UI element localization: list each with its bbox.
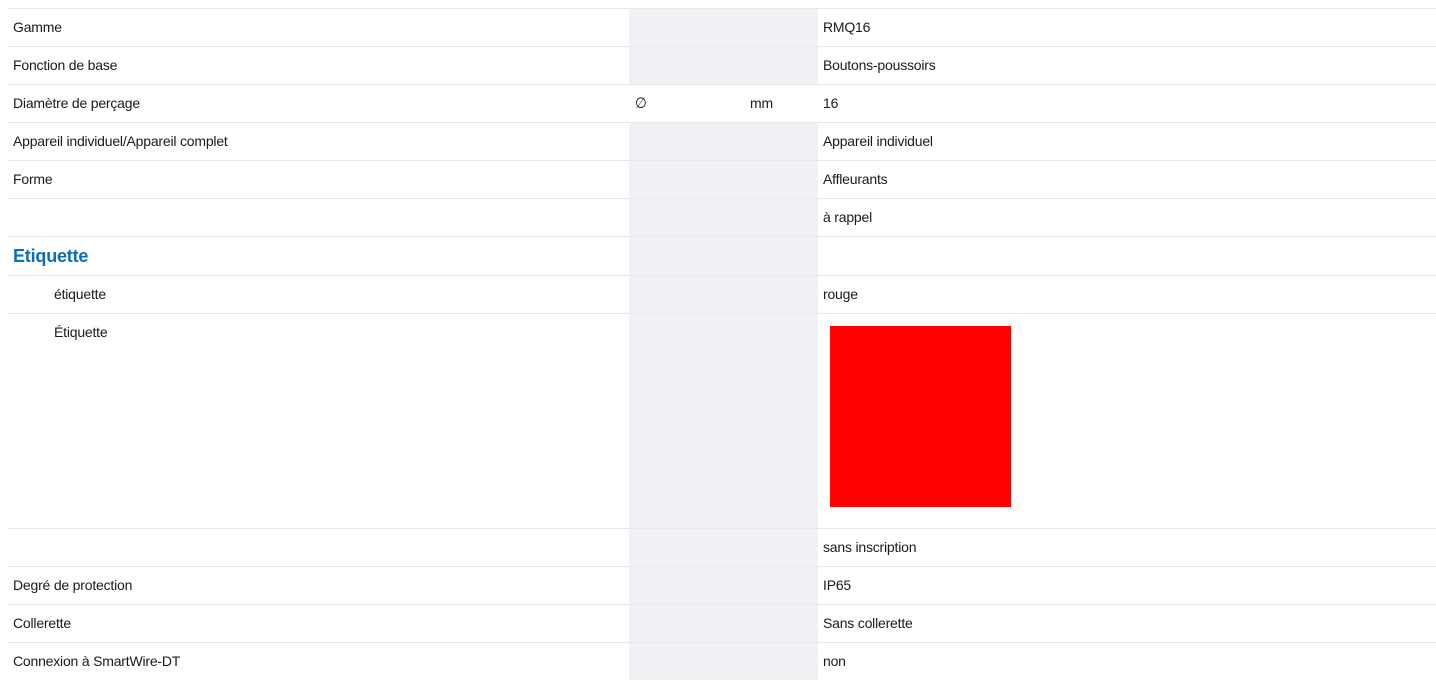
spec-row-gamme: Gamme RMQ16: [8, 8, 1436, 47]
spec-row-smartwire: Connexion à SmartWire-DT non: [8, 643, 1436, 680]
spec-symbol: [629, 529, 743, 566]
spec-label: [8, 199, 629, 236]
spec-label: Gamme: [13, 19, 62, 35]
spec-unit: [743, 643, 818, 680]
spec-symbol: [629, 237, 743, 275]
spec-value: RMQ16: [823, 19, 871, 35]
spec-value: Sans collerette: [823, 615, 913, 631]
spec-row-collerette: Collerette Sans collerette: [8, 605, 1436, 643]
spec-unit: [743, 47, 818, 84]
spec-value: sans inscription: [823, 539, 917, 555]
spec-symbol: [629, 643, 743, 680]
spec-value: 16: [823, 95, 839, 111]
spec-unit: [743, 9, 818, 46]
spec-symbol: [629, 9, 743, 46]
spec-row-etiquette-image: Étiquette: [8, 314, 1436, 529]
spec-value: Boutons-poussoirs: [823, 57, 936, 73]
spec-symbol: [629, 199, 743, 236]
spec-label: Diamètre de perçage: [13, 95, 140, 111]
section-heading-row: Etiquette: [8, 237, 1436, 276]
spec-row-degre-de-protection: Degré de protection IP65: [8, 567, 1436, 605]
spec-symbol: [629, 161, 743, 198]
spec-value: [818, 237, 1436, 275]
label-color-swatch: [830, 326, 1011, 507]
spec-value: Affleurants: [823, 171, 888, 187]
spec-row-forme: Forme Affleurants: [8, 161, 1436, 199]
spec-unit: mm: [743, 85, 818, 122]
section-heading: Etiquette: [13, 246, 89, 266]
spec-unit: [743, 237, 818, 275]
spec-value: rouge: [823, 286, 858, 302]
spec-symbol: ∅: [629, 85, 743, 122]
diameter-symbol: ∅: [635, 95, 647, 112]
spec-row-etiquette-color: étiquette rouge: [8, 276, 1436, 314]
spec-value: non: [823, 653, 846, 669]
spec-symbol: [629, 314, 743, 528]
spec-label: Étiquette: [54, 324, 108, 340]
spec-symbol: [629, 47, 743, 84]
spec-unit: [743, 161, 818, 198]
spec-table: Gamme RMQ16 Fonction de base Boutons-pou…: [8, 8, 1436, 680]
spec-symbol: [629, 276, 743, 313]
spec-symbol: [629, 567, 743, 604]
spec-value: Appareil individuel: [823, 133, 933, 149]
spec-row-fonction-de-base: Fonction de base Boutons-poussoirs: [8, 47, 1436, 85]
spec-label: [8, 529, 629, 566]
spec-row-inscription: sans inscription: [8, 529, 1436, 567]
spec-row-rappel: à rappel: [8, 199, 1436, 237]
spec-label: étiquette: [54, 286, 106, 302]
spec-value: à rappel: [823, 209, 872, 225]
spec-unit: [743, 605, 818, 642]
spec-unit: [743, 567, 818, 604]
spec-value: IP65: [823, 577, 851, 593]
spec-symbol: [629, 605, 743, 642]
spec-row-diametre-de-percage: Diamètre de perçage ∅ mm 16: [8, 85, 1436, 123]
spec-label: Fonction de base: [13, 57, 118, 73]
spec-label: Collerette: [13, 615, 71, 631]
spec-label: Degré de protection: [13, 577, 133, 593]
spec-unit: [743, 314, 818, 528]
spec-unit: [743, 123, 818, 160]
spec-symbol: [629, 123, 743, 160]
spec-label: Forme: [13, 171, 53, 187]
spec-unit: [743, 276, 818, 313]
spec-unit: [743, 199, 818, 236]
spec-label: Connexion à SmartWire-DT: [13, 653, 181, 669]
spec-row-appareil: Appareil individuel/Appareil complet App…: [8, 123, 1436, 161]
spec-label: Appareil individuel/Appareil complet: [13, 133, 228, 149]
spec-unit: [743, 529, 818, 566]
